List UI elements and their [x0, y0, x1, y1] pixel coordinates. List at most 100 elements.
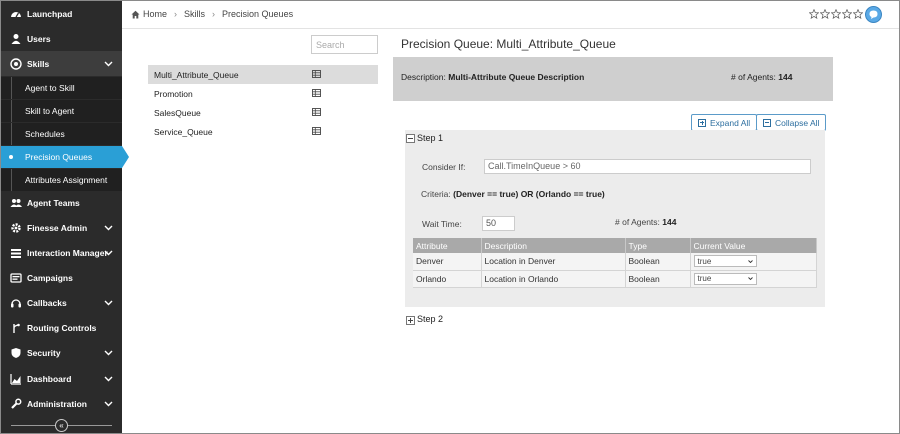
- sidebar-item-security[interactable]: Security: [1, 340, 122, 365]
- skills-icon: [10, 57, 22, 70]
- breadcrumb-skills[interactable]: Skills: [184, 9, 205, 19]
- table-icon[interactable]: [312, 108, 321, 116]
- sidebar-item-label: Launchpad: [27, 8, 73, 19]
- collapse-all-button[interactable]: Collapse All: [756, 114, 827, 131]
- breadcrumb-home[interactable]: Home: [143, 9, 167, 19]
- table-header: Current Value: [690, 238, 817, 253]
- home-icon: [131, 10, 140, 18]
- sidebar-item-routing-controls[interactable]: Routing Controls: [1, 315, 122, 340]
- attribute-table: Attribute Description Type Current Value…: [413, 238, 817, 288]
- queue-item-service-queue[interactable]: Service_Queue: [148, 122, 378, 141]
- rating-stars[interactable]: [809, 9, 864, 19]
- step-2-label[interactable]: Step 2: [417, 314, 443, 324]
- star-icon[interactable]: [820, 9, 830, 19]
- step-2-expand-icon[interactable]: [406, 316, 415, 325]
- table-icon[interactable]: [312, 89, 321, 97]
- table-cell: true: [690, 270, 817, 288]
- chevron-down-icon: [747, 277, 753, 281]
- current-value-select[interactable]: true: [693, 255, 757, 268]
- collapse-icon: [763, 118, 771, 127]
- table-cell: Boolean: [625, 270, 691, 288]
- queue-name: Service_Queue: [154, 126, 213, 137]
- sidebar-item-administration[interactable]: Administration: [1, 391, 122, 416]
- collapse-sidebar-icon[interactable]: «: [55, 419, 68, 432]
- star-icon[interactable]: [831, 9, 841, 19]
- sidebar-subitem-label: Precision Queues: [25, 152, 93, 162]
- table-icon[interactable]: [312, 70, 321, 78]
- dashboard-icon: [10, 8, 22, 20]
- chevron-down-icon: [104, 376, 113, 382]
- sidebar-subitem-skill-to-agent[interactable]: Skill to Agent: [1, 100, 122, 122]
- list-icon: [10, 247, 22, 259]
- breadcrumb-current: Precision Queues: [222, 9, 294, 19]
- routing-icon: [10, 322, 22, 334]
- table-row: Orlando Location in Orlando Boolean true: [413, 270, 817, 288]
- criteria: Criteria: (Denver == true) OR (Orlando =…: [421, 189, 605, 199]
- current-value-select[interactable]: true: [693, 272, 757, 285]
- step-1-label[interactable]: Step 1: [417, 133, 443, 143]
- expand-all-button[interactable]: Expand All: [691, 114, 758, 131]
- wrench-icon: [10, 398, 22, 410]
- queue-name: SalesQueue: [154, 107, 201, 118]
- sidebar-item-label: Dashboard: [27, 373, 72, 384]
- sidebar-item-skills[interactable]: Skills: [1, 51, 122, 76]
- sidebar-item-agent-teams[interactable]: Agent Teams: [1, 190, 122, 215]
- sidebar-item-launchpad[interactable]: Launchpad: [1, 1, 122, 26]
- star-icon[interactable]: [809, 9, 819, 19]
- table-header: Attribute: [413, 238, 482, 253]
- table-header: Type: [625, 238, 691, 253]
- app-frame: Launchpad Users Skills Agent to Skill Sk…: [0, 0, 900, 434]
- chevron-down-icon: [104, 225, 113, 231]
- chevron-down-icon: [104, 401, 113, 407]
- sidebar-subitem-label: Schedules: [25, 129, 65, 139]
- sidebar-item-label: Administration: [27, 398, 87, 409]
- sidebar-item-users[interactable]: Users: [1, 26, 122, 51]
- description-panel: Description: Multi-Attribute Queue Descr…: [393, 57, 833, 101]
- wait-time-label: Wait Time:: [422, 219, 462, 229]
- header-divider: [122, 28, 899, 29]
- chevron-down-icon: [747, 259, 753, 263]
- queue-item-salesqueue[interactable]: SalesQueue: [148, 103, 378, 122]
- step-agent-count-value: 144: [662, 217, 677, 227]
- star-icon[interactable]: [842, 9, 852, 19]
- consider-if-field[interactable]: Call.TimeInQueue > 60: [484, 159, 811, 174]
- gear-icon: [10, 222, 22, 234]
- description: Description: Multi-Attribute Queue Descr…: [401, 72, 585, 82]
- star-icon[interactable]: [853, 9, 863, 19]
- agent-count-value: 144: [778, 72, 793, 82]
- sidebar-item-dashboard[interactable]: Dashboard: [1, 366, 122, 391]
- sidebar-subitem-agent-to-skill[interactable]: Agent to Skill: [1, 77, 122, 99]
- criteria-value: (Denver == true) OR (Orlando == true): [453, 189, 605, 199]
- step-agent-count: # of Agents: 144: [615, 217, 677, 227]
- wait-time-field[interactable]: 50: [482, 216, 515, 231]
- shield-icon: [10, 347, 22, 359]
- sidebar-item-finesse-admin[interactable]: Finesse Admin: [1, 215, 122, 240]
- headset-icon: [10, 297, 22, 309]
- sidebar-item-label: Users: [27, 33, 51, 44]
- sidebar-item-campaigns[interactable]: Campaigns: [1, 265, 122, 290]
- sidebar-subitem-precision-queues[interactable]: Precision Queues: [1, 146, 129, 168]
- sidebar-subitem-label: Agent to Skill: [25, 83, 75, 93]
- table-cell: true: [690, 253, 817, 271]
- sidebar-subitem-attributes-assignment[interactable]: Attributes Assignment: [1, 169, 122, 191]
- sidebar: Launchpad Users Skills Agent to Skill Sk…: [1, 1, 129, 433]
- page-title: Precision Queue: Multi_Attribute_Queue: [401, 37, 616, 51]
- table-cell: Orlando: [413, 270, 482, 288]
- step-1-collapse-icon[interactable]: [406, 134, 415, 143]
- table-header: Description: [481, 238, 626, 253]
- chevron-down-icon: [104, 250, 113, 256]
- chart-icon: [10, 373, 22, 385]
- sidebar-item-interaction-manager[interactable]: Interaction Manager: [1, 240, 122, 265]
- chat-icon[interactable]: [865, 6, 882, 23]
- queue-name: Multi_Attribute_Queue: [154, 69, 239, 80]
- breadcrumb: Home › Skills › Precision Queues: [131, 9, 293, 19]
- sidebar-subitem-schedules[interactable]: Schedules: [1, 123, 122, 145]
- agent-count: # of Agents: 144: [731, 72, 793, 82]
- search-input[interactable]: [311, 35, 378, 54]
- sidebar-item-label: Skills: [27, 58, 50, 69]
- queue-item-multi-attribute-queue[interactable]: Multi_Attribute_Queue: [148, 65, 378, 84]
- queue-item-promotion[interactable]: Promotion: [148, 84, 378, 103]
- table-icon[interactable]: [312, 127, 321, 135]
- sidebar-item-callbacks[interactable]: Callbacks: [1, 290, 122, 315]
- table-row: Denver Location in Denver Boolean true: [413, 253, 817, 271]
